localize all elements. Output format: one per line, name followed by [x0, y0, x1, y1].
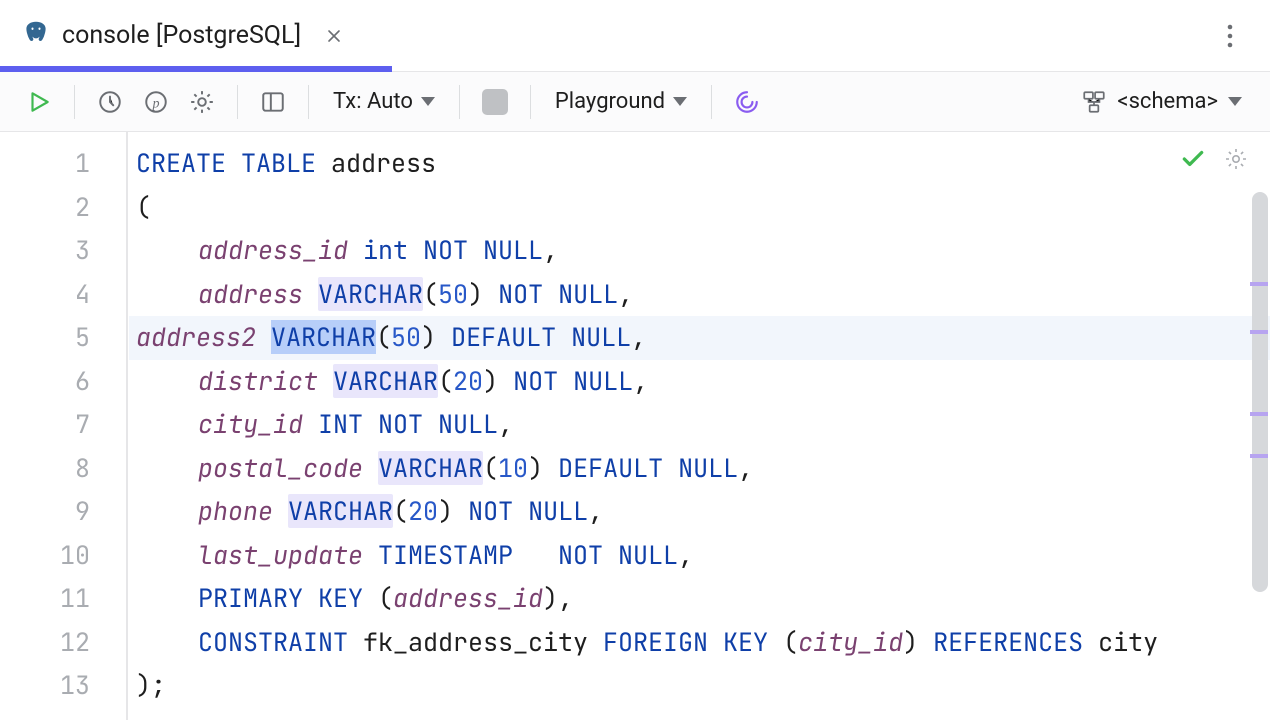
code-area[interactable]: CREATE TABLE address(address_id int NOT …	[128, 132, 1270, 720]
tx-label: Tx: Auto	[333, 89, 413, 114]
code-line[interactable]: CONSTRAINT fk_address_city FOREIGN KEY (…	[136, 621, 1270, 665]
chevron-down-icon	[421, 97, 435, 106]
divider	[711, 85, 712, 119]
stop-button[interactable]	[474, 81, 516, 123]
code-line[interactable]: postal_code VARCHAR(10) DEFAULT NULL,	[136, 447, 1270, 491]
schema-label: <schema>	[1117, 89, 1218, 114]
settings-button[interactable]	[181, 81, 223, 123]
inspection-ok-icon[interactable]	[1180, 146, 1206, 176]
line-number: 9	[0, 490, 126, 534]
divider	[308, 85, 309, 119]
postgresql-icon	[22, 20, 50, 52]
gutter: 12345678910111213	[0, 132, 128, 720]
layout-button[interactable]	[252, 81, 294, 123]
introspect-button[interactable]	[726, 81, 768, 123]
tab-active-indicator	[0, 66, 392, 72]
code-line[interactable]: district VARCHAR(20) NOT NULL,	[136, 360, 1270, 404]
editor[interactable]: 12345678910111213 CREATE TABLE address(a…	[0, 132, 1270, 720]
line-number: 5	[0, 316, 126, 360]
svg-text:p: p	[151, 95, 159, 111]
line-number: 10	[0, 534, 126, 578]
line-number: 1	[0, 142, 126, 186]
inspection-settings-icon[interactable]	[1224, 147, 1248, 175]
line-number: 7	[0, 403, 126, 447]
line-number: 11	[0, 577, 126, 621]
code-line[interactable]: );	[136, 664, 1270, 708]
schema-icon	[1081, 89, 1107, 115]
session-label: Playground	[555, 89, 665, 114]
tx-mode-select[interactable]: Tx: Auto	[323, 81, 445, 123]
code-line[interactable]: address VARCHAR(50) NOT NULL,	[136, 273, 1270, 317]
code-line[interactable]: CREATE TABLE address	[136, 142, 1270, 186]
line-number: 6	[0, 360, 126, 404]
tab-title: console [PostgreSQL]	[62, 21, 301, 50]
divider	[74, 85, 75, 119]
toolbar: p Tx: Auto Playground <schema>	[0, 72, 1270, 132]
line-number: 12	[0, 621, 126, 665]
line-number: 4	[0, 273, 126, 317]
history-button[interactable]	[89, 81, 131, 123]
line-number: 8	[0, 447, 126, 491]
close-icon[interactable]	[321, 23, 347, 49]
chevron-down-icon	[673, 97, 687, 106]
code-line[interactable]: last_update TIMESTAMP NOT NULL,	[136, 534, 1270, 578]
tab-bar: console [PostgreSQL]	[0, 0, 1270, 72]
code-line[interactable]: phone VARCHAR(20) NOT NULL,	[136, 490, 1270, 534]
divider	[237, 85, 238, 119]
scroll-track[interactable]	[1252, 132, 1268, 720]
code-line[interactable]: address2 VARCHAR(50) DEFAULT NULL,	[129, 316, 1270, 360]
run-button[interactable]	[18, 81, 60, 123]
code-line[interactable]: PRIMARY KEY (address_id),	[136, 577, 1270, 621]
code-line[interactable]: city_id INT NOT NULL,	[136, 403, 1270, 447]
code-line[interactable]: (	[136, 186, 1270, 230]
line-number: 3	[0, 229, 126, 273]
chevron-down-icon	[1228, 97, 1242, 106]
tab-console[interactable]: console [PostgreSQL]	[0, 0, 369, 71]
more-menu-icon[interactable]	[1216, 22, 1244, 50]
schema-select[interactable]: <schema>	[1071, 89, 1252, 115]
divider	[459, 85, 460, 119]
code-line[interactable]: address_id int NOT NULL,	[136, 229, 1270, 273]
explain-plan-button[interactable]: p	[135, 81, 177, 123]
divider	[530, 85, 531, 119]
line-number: 2	[0, 186, 126, 230]
session-select[interactable]: Playground	[545, 81, 697, 123]
line-number: 13	[0, 664, 126, 708]
